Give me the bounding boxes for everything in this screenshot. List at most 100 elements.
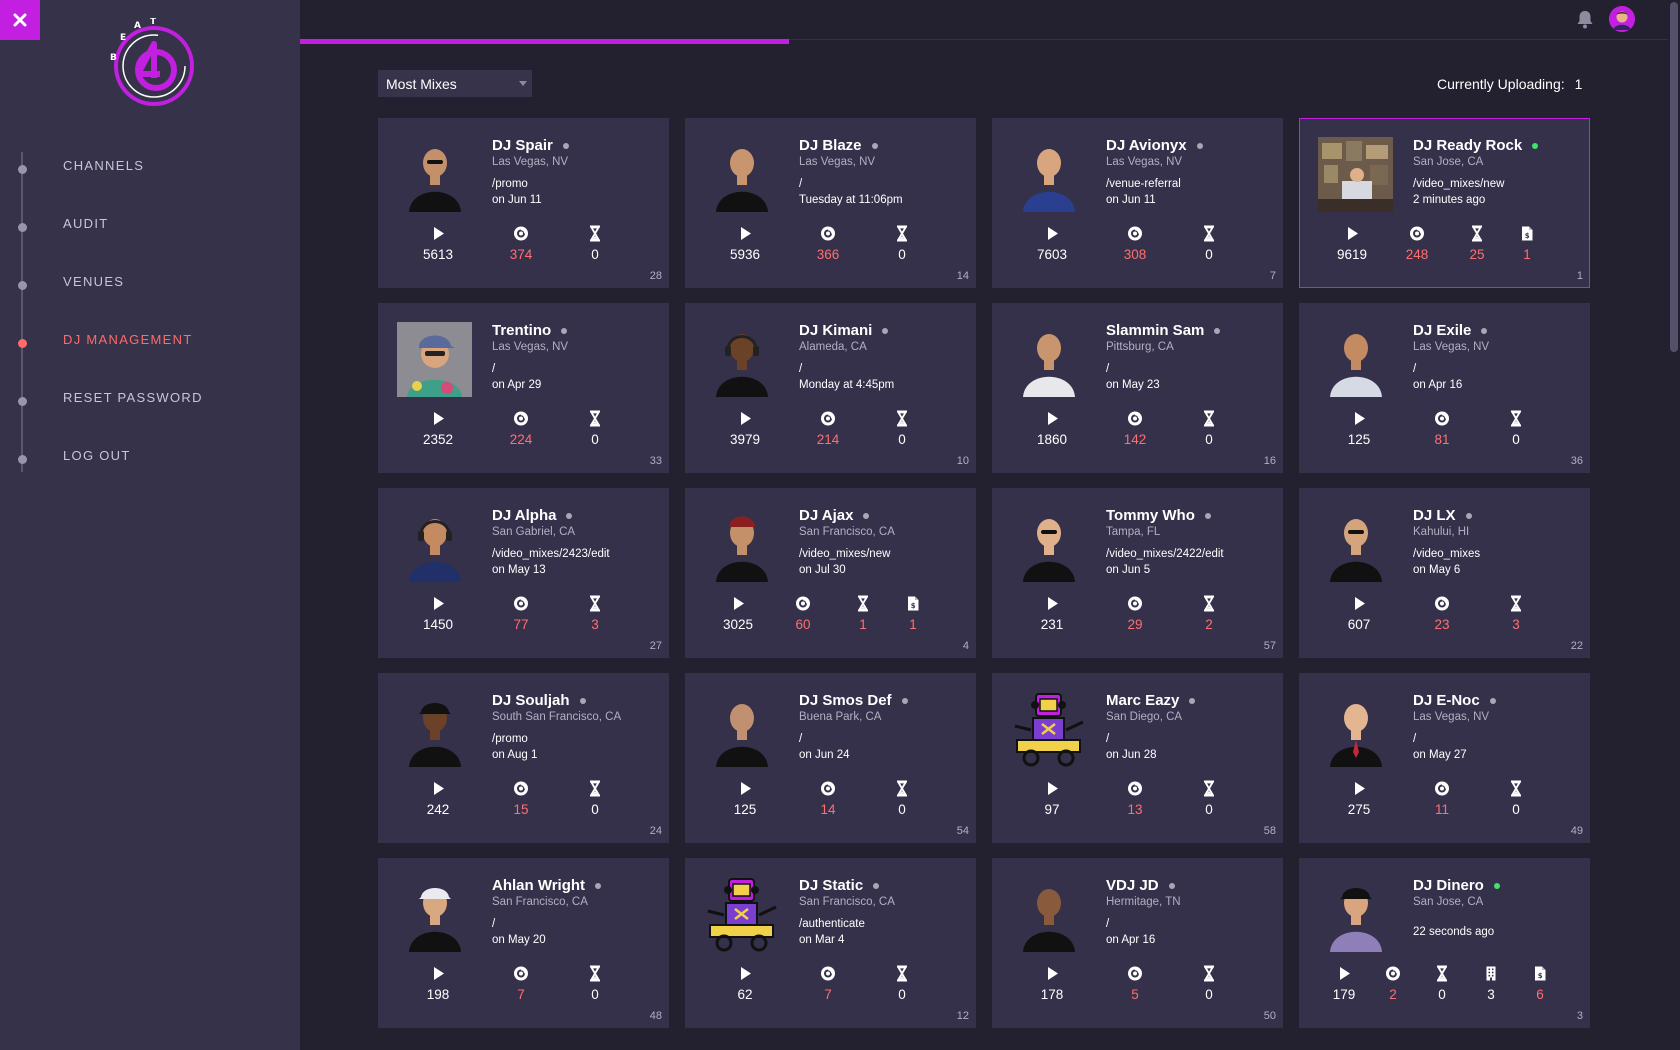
dj-card[interactable]: Ahlan Wright San Francisco, CA / on May 20 1… bbox=[378, 858, 669, 1028]
dj-card[interactable]: DJ LX Kahului, HI/video_mixes on May 6 607 2… bbox=[1299, 488, 1590, 658]
stat-mixes-value: 15 bbox=[513, 802, 529, 817]
stat-plays: 198 bbox=[408, 965, 468, 1002]
dj-name: DJ Exile bbox=[1413, 322, 1472, 339]
dj-stats: 178 5 0 bbox=[992, 965, 1283, 1007]
disc-icon bbox=[821, 966, 835, 981]
dj-card[interactable]: DJ Blaze Las Vegas, NV / Tuesday at 11:06pm… bbox=[685, 118, 976, 288]
dj-card[interactable]: Tommy Who Tampa, FL/video_mixes/2422/edit… bbox=[992, 488, 1283, 658]
play-icon bbox=[1355, 782, 1365, 795]
dj-card[interactable]: DJ Exile Las Vegas, NV / on Apr 16 125 81 0 36 bbox=[1299, 303, 1590, 473]
disc-icon bbox=[1435, 411, 1449, 426]
stat-mixes: 7 bbox=[491, 965, 551, 1002]
dj-card[interactable]: DJ Dinero San Jose, CA 22 seconds ago 179 2 0… bbox=[1299, 858, 1590, 1028]
sidebar-item-reset-password[interactable]: RESET PASSWORD bbox=[18, 378, 290, 436]
hourglass-icon bbox=[590, 965, 600, 982]
dj-name: DJ Static bbox=[799, 877, 864, 894]
dj-name: DJ Alpha bbox=[492, 507, 557, 524]
stat-plays: 3025 bbox=[708, 595, 768, 632]
play-icon bbox=[1048, 227, 1058, 240]
dj-location: Buena Park, CA bbox=[799, 711, 882, 723]
dj-card[interactable]: DJ Alpha San Gabriel, CA/video_mixes/2423… bbox=[378, 488, 669, 658]
stat-plays-value: 62 bbox=[737, 987, 753, 1002]
dj-name: DJ Kimani bbox=[799, 322, 873, 339]
sidebar-item-venues[interactable]: VENUES bbox=[18, 262, 290, 320]
stat-plays: 125 bbox=[1329, 410, 1389, 447]
dj-name-row: Trentino bbox=[492, 322, 568, 339]
stat-mixes: 81 bbox=[1412, 410, 1472, 447]
sort-select[interactable]: Most Mixes bbox=[378, 70, 532, 97]
hourglass-icon bbox=[1511, 410, 1521, 427]
dj-card[interactable]: DJ Ajax San Francisco, CA/video_mixes/new… bbox=[685, 488, 976, 658]
upload-progress-bar bbox=[300, 39, 789, 44]
close-icon bbox=[13, 13, 27, 27]
dj-last-seen: on Aug 1 bbox=[492, 749, 538, 761]
dj-location: San Gabriel, CA bbox=[492, 526, 576, 538]
dj-card[interactable]: DJ Souljah South San Francisco, CA/promo o… bbox=[378, 673, 669, 843]
disc-icon bbox=[821, 411, 835, 426]
dj-card[interactable]: Slammin Sam Pittsburg, CA / on May 23 1860 14… bbox=[992, 303, 1283, 473]
dj-name-row: DJ E-Noc bbox=[1413, 692, 1496, 709]
hourglass-icon bbox=[1511, 780, 1521, 797]
stat-pending-value: 0 bbox=[1205, 802, 1213, 817]
dj-name: Ahlan Wright bbox=[492, 877, 586, 894]
status-dot bbox=[871, 142, 878, 149]
hourglass-icon bbox=[1204, 410, 1214, 427]
stat-pending-value: 0 bbox=[898, 247, 906, 262]
stat-mixes: 308 bbox=[1105, 225, 1165, 262]
hourglass-icon bbox=[858, 595, 868, 612]
sidebar-item-label: VENUES bbox=[63, 274, 125, 289]
stat-pending: 3 bbox=[565, 595, 625, 632]
dj-card[interactable]: DJ Spair Las Vegas, NV/promo on Jun 11 5613… bbox=[378, 118, 669, 288]
stat-plays-value: 3979 bbox=[729, 432, 761, 447]
dj-last-seen: on May 13 bbox=[492, 564, 546, 576]
disc-icon bbox=[514, 411, 528, 426]
dj-location: San Francisco, CA bbox=[799, 896, 895, 908]
status-dot bbox=[1204, 512, 1211, 519]
dj-card[interactable]: Marc Eazy San Diego, CA / on Jun 28 97 13 0 58 bbox=[992, 673, 1283, 843]
status-dot bbox=[1168, 882, 1175, 889]
dj-name-row: DJ Spair bbox=[492, 137, 569, 154]
stat-pending-value: 0 bbox=[1205, 987, 1213, 1002]
dj-card[interactable]: Trentino Las Vegas, NV / on Apr 29 2352 224 0 3… bbox=[378, 303, 669, 473]
stat-mixes: 142 bbox=[1105, 410, 1165, 447]
dj-stats: 3979 214 0 bbox=[685, 410, 976, 452]
dj-card[interactable]: VDJ JD Hermitage, TN / on Apr 16 178 5 0 50 bbox=[992, 858, 1283, 1028]
dj-rank: 16 bbox=[1263, 455, 1276, 467]
dj-last-seen: Tuesday at 11:06pm bbox=[799, 194, 903, 206]
dj-last-path: / bbox=[1106, 363, 1110, 375]
dj-name: DJ Blaze bbox=[799, 137, 862, 154]
status-dot bbox=[1465, 512, 1472, 519]
dj-location: Las Vegas, NV bbox=[1413, 711, 1490, 723]
nav-dot bbox=[18, 281, 27, 290]
disc-icon bbox=[1435, 596, 1449, 611]
stat-mixes: 13 bbox=[1105, 780, 1165, 817]
dj-card[interactable]: DJ Kimani Alameda, CA / Monday at 4:45pm 397… bbox=[685, 303, 976, 473]
sidebar-item-audit[interactable]: AUDIT bbox=[18, 204, 290, 262]
dj-card[interactable]: DJ Smos Def Buena Park, CA / on Jun 24 125 14… bbox=[685, 673, 976, 843]
dj-card[interactable]: DJ Avionyx Las Vegas, NV/venue-referral on… bbox=[992, 118, 1283, 288]
dj-last-path: / bbox=[1106, 733, 1110, 745]
user-avatar[interactable] bbox=[1609, 6, 1635, 32]
dj-name: Trentino bbox=[492, 322, 552, 339]
dj-name: DJ Souljah bbox=[492, 692, 570, 709]
sidebar-item-channels[interactable]: CHANNELS bbox=[18, 146, 290, 204]
play-icon bbox=[741, 782, 751, 795]
scrollbar-thumb[interactable] bbox=[1670, 2, 1678, 352]
dj-photo bbox=[397, 137, 472, 212]
dj-card[interactable]: DJ E-Noc Las Vegas, NV / on May 27 275 11 0 49 bbox=[1299, 673, 1590, 843]
beat45-logo[interactable]: B E A T bbox=[108, 18, 198, 108]
sidebar-item-log-out[interactable]: LOG OUT bbox=[18, 436, 290, 494]
play-icon bbox=[741, 967, 751, 980]
dj-location: San Jose, CA bbox=[1413, 156, 1484, 168]
sidebar-item-dj-management[interactable]: DJ MANAGEMENT bbox=[18, 320, 290, 378]
dj-name: DJ Dinero bbox=[1413, 877, 1484, 894]
dj-card[interactable]: DJ Static San Francisco, CA/authenticate o… bbox=[685, 858, 976, 1028]
dj-location: San Diego, CA bbox=[1106, 711, 1183, 723]
stat-mixes-value: 29 bbox=[1127, 617, 1143, 632]
disc-icon bbox=[514, 596, 528, 611]
close-sidebar-button[interactable] bbox=[0, 0, 40, 40]
svg-text:E: E bbox=[120, 33, 126, 43]
bell-icon[interactable] bbox=[1574, 8, 1596, 30]
dj-card[interactable]: DJ Ready Rock San Jose, CA/video_mixes/ne… bbox=[1299, 118, 1590, 288]
dj-photo bbox=[1318, 507, 1393, 582]
